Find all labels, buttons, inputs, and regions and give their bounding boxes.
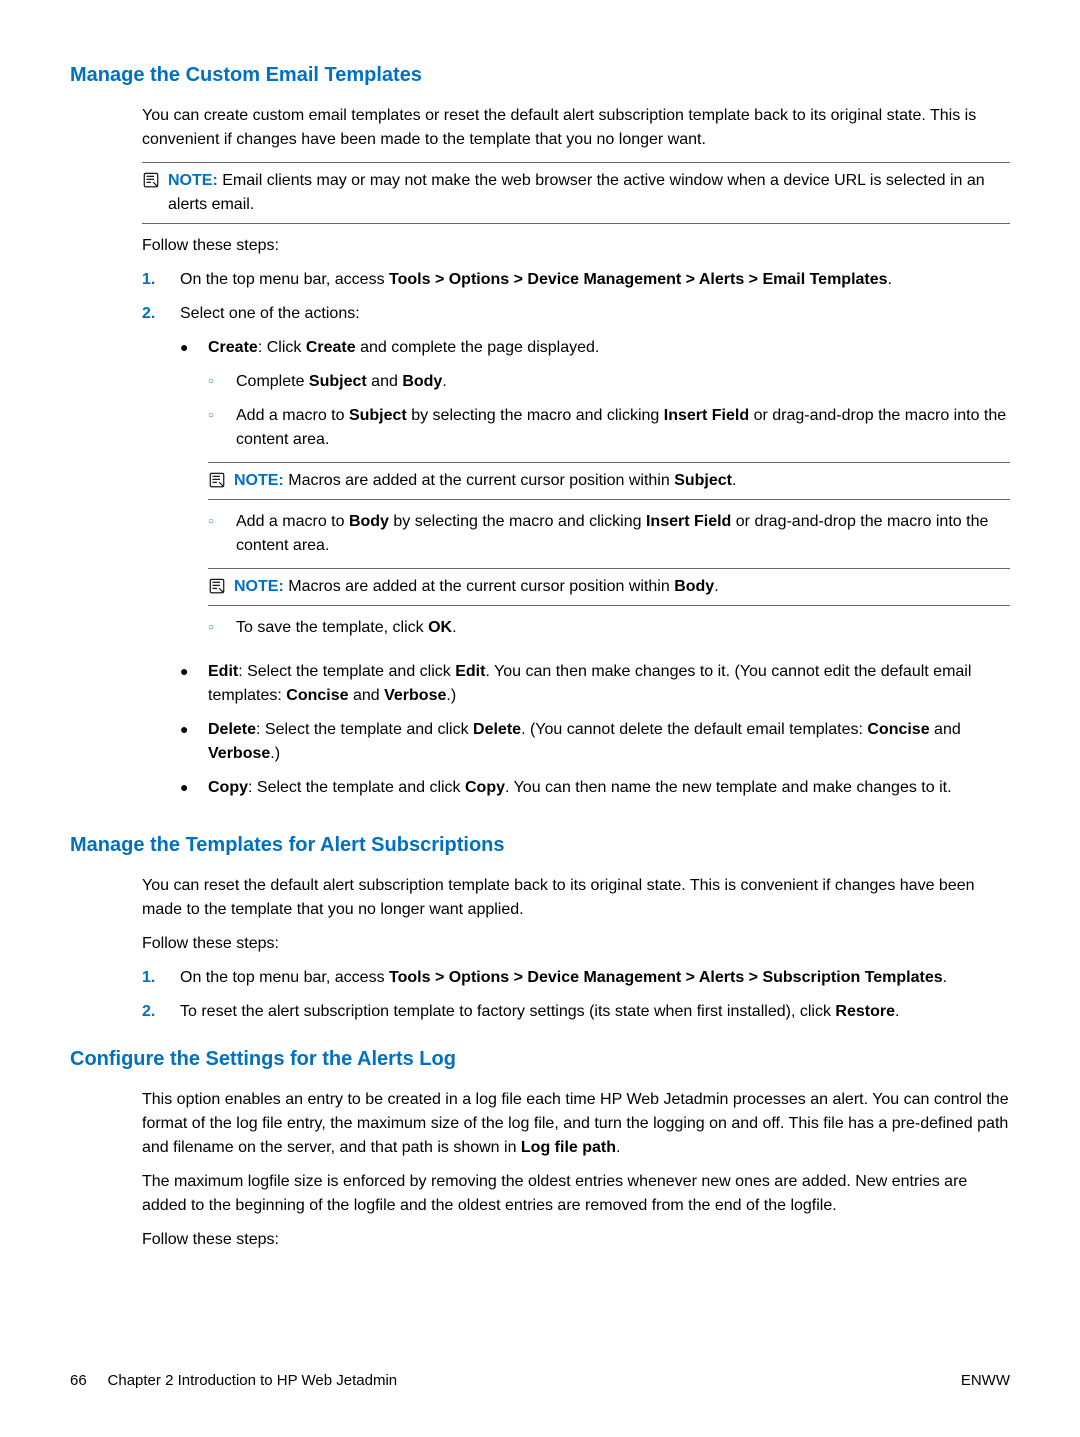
bullet-content: Copy: Select the template and click Copy… — [208, 776, 1010, 800]
bullet-content: Delete: Select the template and click De… — [208, 718, 1010, 766]
step-content: To reset the alert subscription template… — [180, 1000, 1010, 1024]
note-icon — [208, 471, 226, 489]
circle-bullet: ○ — [208, 374, 218, 394]
page-number: 66 — [70, 1372, 87, 1389]
heading-manage-custom-email: Manage the Custom Email Templates — [70, 60, 1010, 90]
step-number: 2. — [142, 302, 162, 810]
paragraph: This option enables an entry to be creat… — [142, 1088, 1010, 1160]
footer-right: ENWW — [961, 1370, 1010, 1393]
follow-steps: Follow these steps: — [142, 1228, 1010, 1252]
circle-bullet: ○ — [208, 408, 218, 452]
page-footer: 66 Chapter 2 Introduction to HP Web Jeta… — [70, 1370, 1010, 1393]
note-label: NOTE: — [234, 472, 284, 489]
circle-bullet: ○ — [208, 620, 218, 640]
circle-bullet: ○ — [208, 514, 218, 558]
note-icon — [208, 577, 226, 595]
sub-content: Add a macro to Subject by selecting the … — [236, 404, 1010, 452]
note-box: NOTE: Macros are added at the current cu… — [208, 568, 1010, 606]
chapter-label: Chapter 2 Introduction to HP Web Jetadmi… — [108, 1372, 398, 1389]
step-content: Select one of the actions: ● Create: Cli… — [180, 302, 1010, 810]
note-label: NOTE: — [168, 172, 218, 189]
sub-content: Complete Subject and Body. — [236, 370, 1010, 394]
bullet-dot: ● — [180, 661, 190, 708]
sub-content: Add a macro to Body by selecting the mac… — [236, 510, 1010, 558]
intro-text: You can create custom email templates or… — [142, 104, 1010, 152]
bullet-dot: ● — [180, 337, 190, 650]
step-number: 1. — [142, 268, 162, 292]
bullet-content: Edit: Select the template and click Edit… — [208, 660, 1010, 708]
follow-steps: Follow these steps: — [142, 932, 1010, 956]
step-number: 2. — [142, 1000, 162, 1024]
note-icon — [142, 171, 160, 189]
bullet-content: Create: Click Create and complete the pa… — [208, 336, 1010, 650]
note-text: Macros are added at the current cursor p… — [288, 472, 736, 489]
step-content: On the top menu bar, access Tools > Opti… — [180, 268, 1010, 292]
heading-manage-alert-subs: Manage the Templates for Alert Subscript… — [70, 830, 1010, 860]
bullet-dot: ● — [180, 777, 190, 800]
intro-text: You can reset the default alert subscrip… — [142, 874, 1010, 922]
note-text: Macros are added at the current cursor p… — [288, 578, 718, 595]
paragraph: The maximum logfile size is enforced by … — [142, 1170, 1010, 1218]
step-content: On the top menu bar, access Tools > Opti… — [180, 966, 1010, 990]
step-number: 1. — [142, 966, 162, 990]
note-text: Email clients may or may not make the we… — [168, 172, 985, 213]
heading-configure-alerts-log: Configure the Settings for the Alerts Lo… — [70, 1044, 1010, 1074]
sub-content: To save the template, click OK. — [236, 616, 1010, 640]
note-box: NOTE: Macros are added at the current cu… — [208, 462, 1010, 500]
note-box: NOTE: Email clients may or may not make … — [142, 162, 1010, 224]
follow-steps: Follow these steps: — [142, 234, 1010, 258]
bullet-dot: ● — [180, 719, 190, 766]
note-label: NOTE: — [234, 578, 284, 595]
